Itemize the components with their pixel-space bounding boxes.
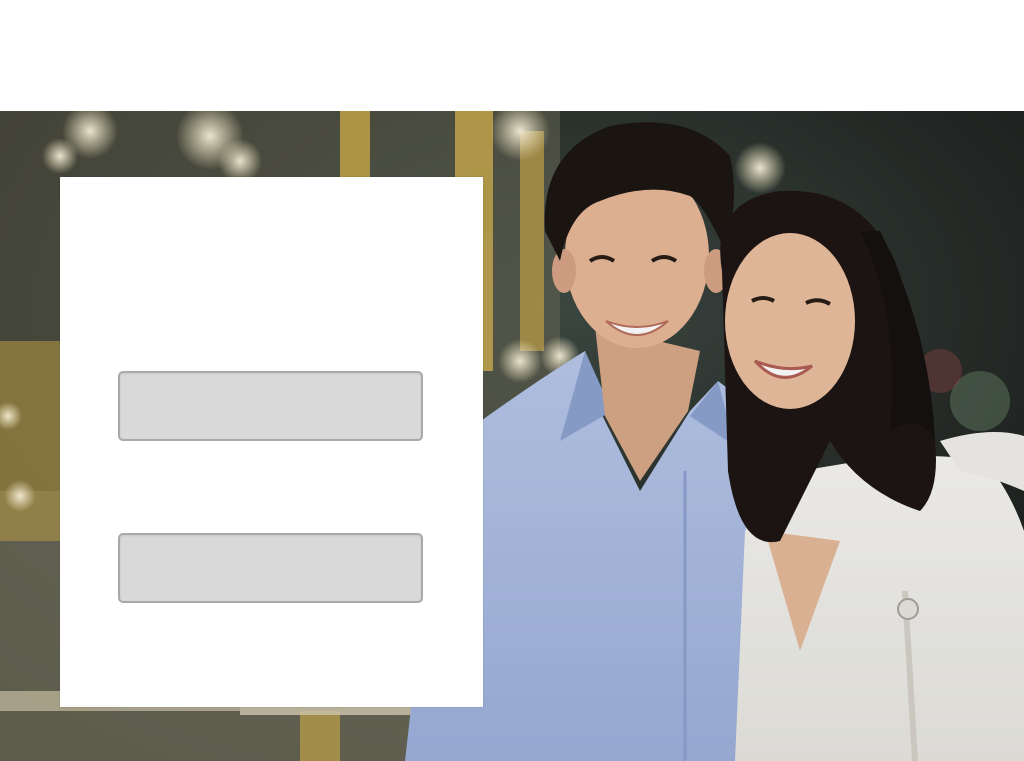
login-panel	[60, 177, 483, 707]
login-field-1[interactable]	[118, 371, 423, 441]
page	[0, 0, 1024, 761]
login-field-2[interactable]	[118, 533, 423, 603]
top-bar	[0, 0, 1024, 111]
